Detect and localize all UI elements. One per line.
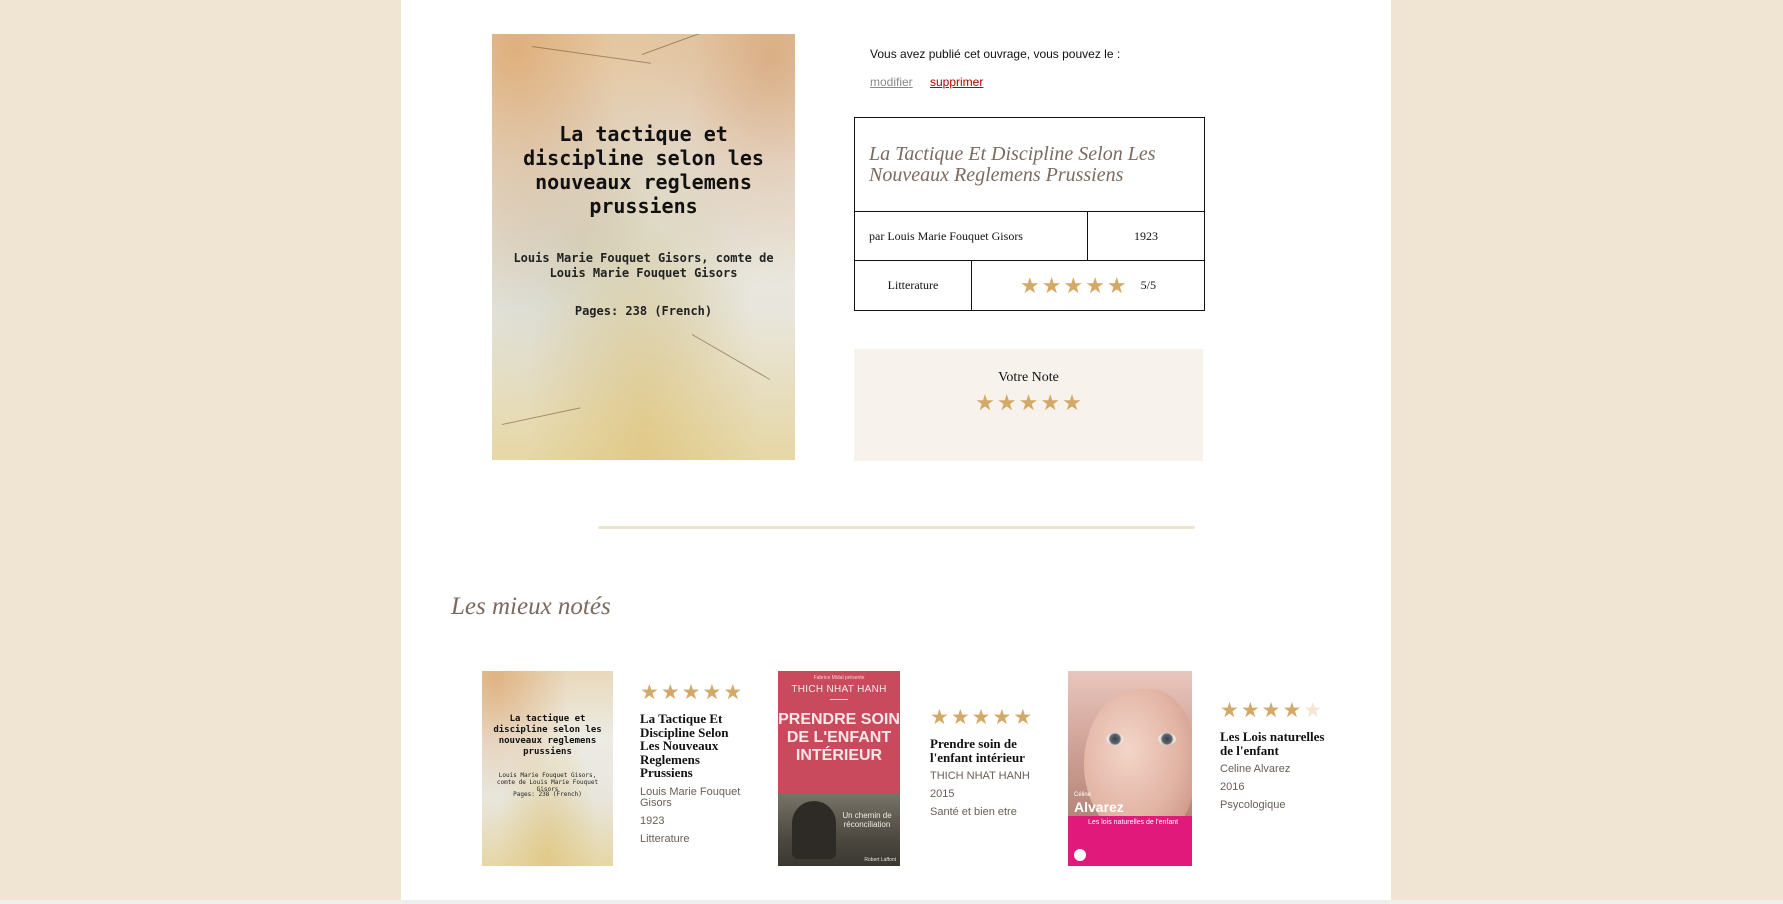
star-icon[interactable]: ★	[1040, 392, 1060, 414]
thumb-title: La tactique et discipline selon les nouv…	[493, 714, 602, 757]
top-rated-title: Les mieux notés	[451, 593, 611, 620]
thumb-pages: Pages: 238 (French)	[513, 791, 582, 798]
cover-title: La tactique et discipline selon les nouv…	[523, 122, 764, 218]
card-rating-stars: ★ ★ ★ ★ ★	[930, 707, 1032, 728]
thumb-author-first: Céline	[1074, 792, 1092, 798]
card-genre: Psycologique	[1220, 799, 1286, 811]
star-icon: ★	[930, 706, 949, 729]
star-icon[interactable]: ★	[975, 392, 995, 414]
info-row-genre-rating: Litterature ★ ★ ★ ★ ★ 5/5	[855, 261, 1204, 310]
star-icon: ★	[1085, 272, 1105, 298]
cover-pages: Pages: 238 (French)	[574, 304, 713, 318]
card-author: Celine Alvarez	[1220, 763, 1291, 775]
star-icon: ★	[1063, 272, 1084, 298]
star-icon: ★	[1303, 699, 1323, 722]
card-title[interactable]: Les Lois naturelles de l'enfant	[1220, 730, 1330, 757]
book-title: La Tactique Et Discipline Selon Les Nouv…	[855, 118, 1204, 212]
star-icon: ★	[681, 681, 701, 704]
owner-note: Vous avez publié cet ouvrage, vous pouve…	[870, 47, 1121, 61]
star-icon: ★	[702, 681, 722, 704]
card-year: 2016	[1220, 781, 1245, 793]
edit-link[interactable]: modifier	[870, 75, 913, 89]
star-icon: ★	[1282, 699, 1302, 722]
card-year: 1923	[640, 814, 665, 827]
thumb-author-last: Alvarez	[1074, 799, 1124, 815]
publisher-logo-icon	[1074, 849, 1086, 861]
star-icon[interactable]: ★	[1019, 392, 1039, 414]
star-icon: ★	[723, 681, 743, 704]
info-row-author-year: par Louis Marie Fouquet Gisors 1923	[855, 212, 1204, 261]
book-thumbnail[interactable]: La tactique et discipline selon les nouv…	[482, 671, 613, 866]
book-info-table: La Tactique Et Discipline Selon Les Nouv…	[854, 117, 1205, 311]
book-genre: Litterature	[855, 261, 972, 310]
card-genre: Litterature	[640, 832, 690, 845]
book-year: 1923	[1134, 228, 1158, 243]
book-rating: ★ ★ ★ ★ ★ 5/5	[972, 261, 1204, 310]
star-icon: ★	[640, 681, 659, 704]
star-icon: ★	[1041, 272, 1062, 298]
star-icon: ★	[1261, 699, 1281, 722]
thumb-rule	[830, 699, 848, 700]
thumb-eye	[1158, 733, 1176, 745]
thumb-subtitle: Les lois naturelles de l'enfant	[1088, 819, 1179, 826]
section-divider	[598, 526, 1195, 529]
card-author: Louis Marie Fouquet Gisors	[640, 785, 741, 809]
card-year: 2015	[930, 788, 955, 800]
card-genre: Santé et bien etre	[930, 806, 1017, 818]
thumb-portrait	[792, 801, 836, 859]
book-author: par Louis Marie Fouquet Gisors	[855, 212, 1088, 260]
card-author: THICH NHAT HANH	[930, 770, 1030, 782]
card-title[interactable]: La Tactique Et Discipline Selon Les Nouv…	[640, 712, 750, 780]
your-rating-panel: Votre Note ★ ★ ★ ★ ★	[854, 349, 1203, 461]
book-thumbnail[interactable]: Fabrice Midal présente THICH NHAT HANH P…	[778, 671, 900, 866]
star-icon: ★	[1013, 706, 1033, 729]
star-icon: ★	[660, 681, 680, 704]
star-icon: ★	[971, 706, 991, 729]
star-icon: ★	[1019, 272, 1040, 298]
star-icon: ★	[1220, 699, 1239, 722]
card-info: ★ ★ ★ ★ ★ Les Lois naturelles de l'enfant Ce…	[1220, 700, 1330, 811]
thumb-presenter: Fabrice Midal présente	[813, 675, 865, 681]
rating-score: 5/5	[1140, 278, 1156, 292]
thumb-eye	[1106, 733, 1124, 745]
card-info: ★ ★ ★ ★ ★ La Tactique Et Discipline Selon Le…	[640, 682, 750, 845]
star-icon: ★	[1106, 272, 1127, 298]
book-thumbnail[interactable]: Céline Alvarez Les lois naturelles de l'…	[1068, 671, 1192, 866]
thumb-subtitle: Un chemin de réconciliation	[842, 811, 892, 829]
star-icon: ★	[950, 706, 970, 729]
star-icon: ★	[992, 706, 1012, 729]
card-rating-stars: ★ ★ ★ ★ ★	[1220, 700, 1322, 721]
thumb-publisher: Robert Laffont	[864, 857, 896, 863]
star-icon[interactable]: ★	[1062, 392, 1082, 414]
delete-link[interactable]: supprimer	[930, 75, 983, 89]
page-container: La tactique et discipline selon les nouv…	[401, 0, 1391, 900]
star-icon: ★	[1240, 699, 1260, 722]
star-icon[interactable]: ★	[997, 392, 1017, 414]
thumb-author: Louis Marie Fouquet Gisors, comte de Lou…	[496, 772, 599, 793]
bottom-edge	[0, 900, 1783, 904]
card-rating-stars: ★ ★ ★ ★ ★	[640, 682, 742, 703]
your-rating-label: Votre Note	[998, 370, 1059, 385]
your-rating-stars[interactable]: ★ ★ ★ ★ ★	[975, 392, 1082, 414]
thumb-author: THICH NHAT HANH	[791, 684, 887, 695]
card-title[interactable]: Prendre soin de l'enfant intérieur	[930, 737, 1040, 764]
book-cover-image: La tactique et discipline selon les nouv…	[492, 34, 795, 460]
card-info: ★ ★ ★ ★ ★ Prendre soin de l'enfant intérieur…	[930, 707, 1040, 818]
rating-stars: ★ ★ ★ ★ ★	[1019, 272, 1127, 298]
thumb-title: PRENDRE SOIN DE L'ENFANT INTÉRIEUR	[778, 711, 900, 764]
cover-author: Louis Marie Fouquet Gisors, comte de Lou…	[513, 251, 774, 280]
